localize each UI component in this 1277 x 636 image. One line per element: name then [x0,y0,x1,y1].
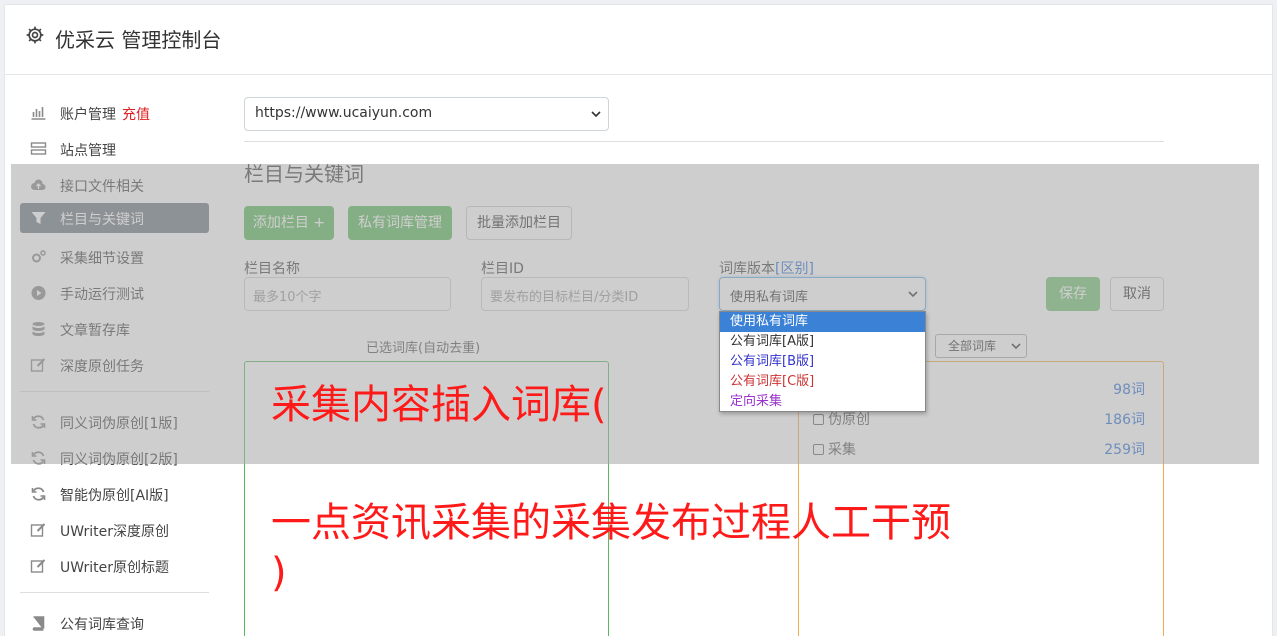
lib-version-value: 使用私有词库 [730,290,809,305]
sidebar-item-label: 账户管理 [60,107,116,123]
sidebar-divider [20,391,209,392]
column-name-input[interactable]: 最多10个字 [244,277,451,311]
checkbox[interactable] [813,414,824,425]
site-select-value: https://www.ucaiyun.com [255,105,433,121]
sidebar-item-synonym-v1[interactable]: 同义词伪原创[1版] [20,407,209,437]
dropdown-option[interactable]: 定向采集 [720,392,925,412]
lib-version-select[interactable]: 使用私有词库 [719,277,926,311]
edit-icon [30,559,46,573]
dropdown-option[interactable]: 公有词库[C版] [720,372,925,392]
refresh-icon [31,451,46,465]
batch-add-button[interactable]: 批量添加栏目 [466,206,572,240]
chevron-down-icon [1011,343,1021,350]
lib-name: 伪原创 [828,412,870,428]
refresh-icon [31,415,46,429]
sidebar-item-label: 文章暂存库 [60,323,130,339]
lib-version-label: 词库版本[区别] [719,258,814,278]
overlay-text-line1: 采集内容插入词库( [271,382,607,428]
chevron-down-icon [908,291,918,298]
sidebar-item-article-store[interactable]: 文章暂存库 [20,314,209,344]
lib-version-dropdown: 使用私有词库 公有词库[A版] 公有词库[B版] 公有词库[C版] 定向采集 [719,311,926,412]
sidebar-divider [20,592,209,593]
cogs-icon [32,250,46,263]
sidebar-item-label: UWriter深度原创 [60,524,169,540]
site-select[interactable]: https://www.ucaiyun.com [244,97,609,131]
column-id-input[interactable]: 要发布的目标栏目/分类ID [481,277,689,311]
sidebar-item-sites[interactable]: 站点管理 [20,134,209,164]
sidebar-item-label: UWriter原创标题 [60,560,169,576]
lib-filter-value: 全部词库 [948,339,997,353]
column-id-label: 栏目ID [481,261,524,277]
list-item[interactable]: 采集 259词 [813,439,1149,459]
sidebar-item-label: 智能伪原创[AI版] [60,488,169,504]
bar-chart-icon [31,107,46,120]
selected-libs-title: 已选词库(自动去重) [366,341,481,356]
column-name-label: 栏目名称 [244,261,300,277]
save-button[interactable]: 保存 [1046,277,1100,311]
sidebar-item-label: 手动运行测试 [60,287,144,303]
book-icon [32,616,45,631]
list-item[interactable]: 伪原创 186词 [813,409,1149,429]
sidebar-item-uwriter-deep[interactable]: UWriter深度原创 [20,515,209,545]
divider [244,141,1164,142]
lib-filter-select[interactable]: 全部词库 [935,334,1027,358]
play-circle-icon [31,286,46,300]
sidebar-item-interface[interactable]: 接口文件相关 [20,170,209,200]
dropdown-option[interactable]: 公有词库[A版] [720,332,925,352]
difference-link[interactable]: [区别] [775,261,814,277]
gear-icon [26,26,44,44]
edit-icon [30,523,46,537]
sidebar-item-label: 采集细节设置 [60,251,144,267]
sidebar-item-label: 深度原创任务 [60,359,144,375]
checkbox[interactable] [813,444,824,455]
sidebar-item-label: 接口文件相关 [60,179,144,195]
database-icon [32,322,45,336]
section-title: 栏目与关键词 [244,162,364,186]
lib-name: 采集 [828,442,856,458]
sidebar-item-synonym-v2[interactable]: 同义词伪原创[2版] [20,443,209,473]
private-lib-button[interactable]: 私有词库管理 [348,206,452,240]
overlay-text-line2: 一点资讯采集的采集发布过程人工干预 [271,500,951,546]
filter-icon [31,212,46,224]
sidebar-item-public-lib[interactable]: 公有词库查询 [20,608,209,636]
sidebar-item-manual-run[interactable]: 手动运行测试 [20,278,209,308]
sidebar-item-deep-original[interactable]: 深度原创任务 [20,350,209,380]
header: 优采云 管理控制台 [5,5,1272,75]
sidebar-item-label: 同义词伪原创[2版] [60,452,178,468]
sidebar-item-ai-rewrite[interactable]: 智能伪原创[AI版] [20,479,209,509]
sidebar-item-label: 站点管理 [60,143,116,159]
server-icon [30,142,47,155]
sidebar-item-columns[interactable]: 栏目与关键词 [20,203,209,233]
page-title: 优采云 管理控制台 [55,28,222,52]
lib-version-label-text: 词库版本 [719,261,775,277]
sidebar-item-label: 公有词库查询 [60,617,144,633]
lib-count: 186词 [1104,412,1145,428]
refresh-icon [31,487,46,501]
add-column-button[interactable]: 添加栏目 + [244,206,334,240]
chevron-down-icon [591,111,601,118]
sidebar-item-label: 栏目与关键词 [60,212,144,228]
sidebar-item-collect-settings[interactable]: 采集细节设置 [20,242,209,272]
dropdown-option[interactable]: 公有词库[B版] [720,352,925,372]
recharge-link[interactable]: 充值 [122,107,150,123]
edit-icon [30,358,46,372]
cloud-upload-icon [31,179,46,190]
cancel-button[interactable]: 取消 [1110,277,1164,311]
lib-count: 98词 [1113,382,1145,398]
sidebar-item-uwriter-title[interactable]: UWriter原创标题 [20,551,209,581]
dropdown-option[interactable]: 使用私有词库 [720,312,925,332]
overlay-text-line3: ) [271,550,287,596]
lib-count: 259词 [1104,442,1145,458]
sidebar-item-label: 同义词伪原创[1版] [60,416,178,432]
sidebar-item-account[interactable]: 账户管理 充值 [20,98,209,128]
